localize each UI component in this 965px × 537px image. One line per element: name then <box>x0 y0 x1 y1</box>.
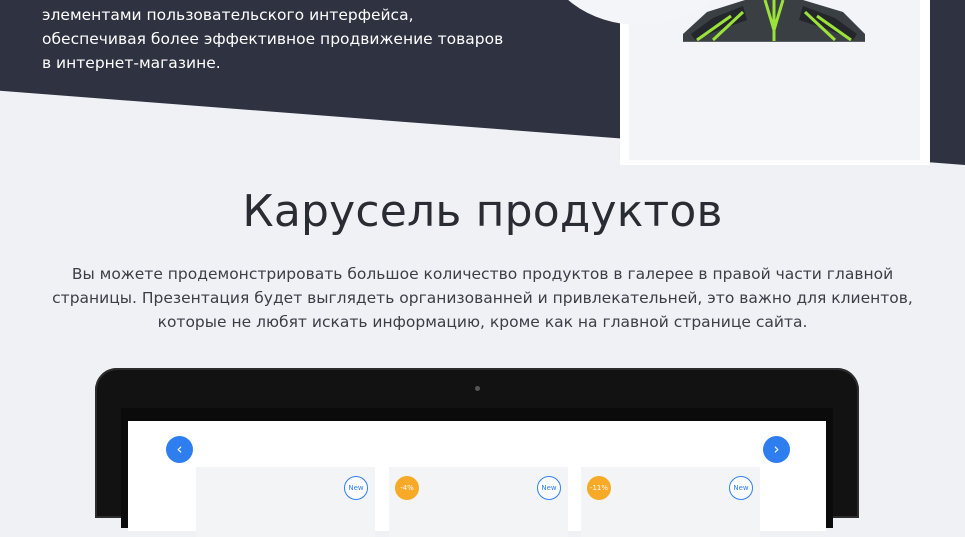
laptop-screen: ‹ › New -4% New -11% New <box>128 421 826 537</box>
chevron-right-icon: › <box>773 440 780 458</box>
discount-badge: -4% <box>395 476 419 500</box>
kite-icon <box>683 0 865 42</box>
laptop-mockup: ‹ › New -4% New -11% New <box>95 368 859 537</box>
laptop-bezel: ‹ › New -4% New -11% New <box>121 408 833 537</box>
new-badge: New <box>344 476 368 500</box>
carousel-prev-button[interactable]: ‹ <box>166 436 193 463</box>
product-card[interactable]: -4% New <box>389 467 568 537</box>
camera-dot <box>475 386 480 391</box>
chevron-left-icon: ‹ <box>176 440 183 458</box>
section-description: Вы можете продемонстрировать большое кол… <box>52 265 913 331</box>
section-title: Карусель продуктов <box>242 186 723 237</box>
carousel-next-button[interactable]: › <box>763 436 790 463</box>
intro-paragraph: элементами пользовательского интерфейса,… <box>42 6 504 72</box>
discount-badge: -11% <box>587 476 611 500</box>
product-card[interactable]: -11% New <box>581 467 760 537</box>
product-card[interactable]: New <box>196 467 375 537</box>
new-badge: New <box>537 476 561 500</box>
new-badge: New <box>729 476 753 500</box>
